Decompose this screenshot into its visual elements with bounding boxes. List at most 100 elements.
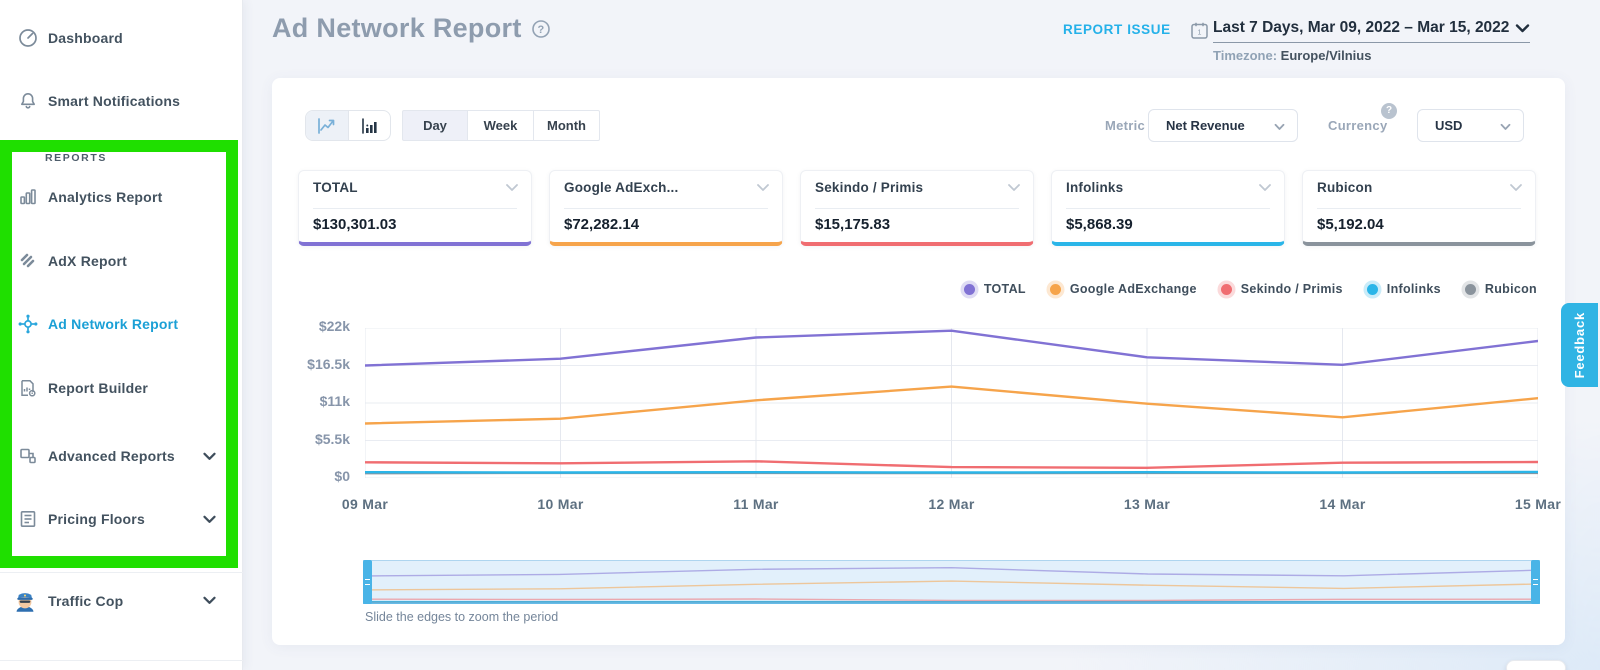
summary-card-rubicon: Rubicon $5,192.04 xyxy=(1302,170,1536,246)
sidebar-item-label: AdX Report xyxy=(48,253,127,269)
chevron-down-icon xyxy=(1274,123,1285,131)
legend-dot xyxy=(1464,283,1476,295)
svg-text:1: 1 xyxy=(1198,30,1202,37)
card-value: $5,192.04 xyxy=(1317,216,1384,233)
sidebar-item-analytics-report[interactable]: Analytics Report xyxy=(0,183,243,211)
chevron-down-icon xyxy=(203,452,216,461)
sidebar-section-reports: REPORTS xyxy=(45,152,107,164)
bar-chart-toggle-button[interactable] xyxy=(348,111,390,140)
sidebar-divider xyxy=(0,572,243,573)
adx-slashes-icon xyxy=(16,249,40,273)
bar-chart-icon xyxy=(16,185,40,209)
card-network-dropdown[interactable]: Sekindo / Primis xyxy=(815,180,1021,195)
svg-text:?: ? xyxy=(537,24,544,36)
chevron-down-icon xyxy=(1258,183,1272,192)
card-network-dropdown[interactable]: Infolinks xyxy=(1066,180,1272,195)
chart-legend: TOTAL Google AdExchange Sekindo / Primis… xyxy=(963,282,1537,296)
sidebar-item-advanced-reports[interactable]: Advanced Reports xyxy=(0,442,243,470)
legend-dot xyxy=(963,283,975,295)
legend-item-sekindo-primis[interactable]: Sekindo / Primis xyxy=(1220,282,1343,296)
line-chart xyxy=(365,328,1538,478)
chat-widget-stub[interactable] xyxy=(1506,660,1566,670)
calendar-icon: 1 xyxy=(1190,21,1209,40)
chevron-down-icon xyxy=(1515,23,1530,34)
sidebar-item-pricing-floors[interactable]: Pricing Floors xyxy=(0,505,243,533)
traffic-cop-icon xyxy=(13,589,37,613)
card-network-dropdown[interactable]: Rubicon xyxy=(1317,180,1523,195)
x-axis-tick: 13 Mar xyxy=(1123,496,1171,512)
period-tabs: Day Week Month xyxy=(402,110,600,141)
sidebar-item-smart-notifications[interactable]: Smart Notifications xyxy=(0,87,243,115)
sidebar-item-dashboard[interactable]: Dashboard xyxy=(0,24,243,52)
bell-icon xyxy=(16,89,40,113)
currency-value: USD xyxy=(1435,118,1463,133)
chevron-down-icon xyxy=(756,183,770,192)
slider-left-handle[interactable] xyxy=(363,560,372,604)
sidebar-item-label: Ad Network Report xyxy=(48,316,179,332)
y-axis-tick: $5.5k xyxy=(314,430,350,447)
x-axis-tick: 12 Mar xyxy=(928,496,975,512)
app-screen: Dashboard Smart Notifications REPORTS An… xyxy=(0,0,1600,670)
chevron-down-icon xyxy=(1509,183,1523,192)
legend-dot xyxy=(1220,283,1232,295)
metric-select[interactable]: Net Revenue xyxy=(1148,109,1298,142)
x-axis-tick: 10 Mar xyxy=(537,496,584,512)
tab-month[interactable]: Month xyxy=(534,110,600,141)
legend-item-rubicon[interactable]: Rubicon xyxy=(1464,282,1537,296)
sidebar-item-label: Smart Notifications xyxy=(48,93,181,109)
ad-network-icon xyxy=(16,312,40,336)
feedback-tab[interactable]: Feedback xyxy=(1561,303,1598,387)
legend-item-google-adexchange[interactable]: Google AdExchange xyxy=(1049,282,1197,296)
legend-item-total[interactable]: TOTAL xyxy=(963,282,1026,296)
legend-dot xyxy=(1049,283,1061,295)
help-icon[interactable]: ? xyxy=(531,19,551,39)
card-value: $5,868.39 xyxy=(1066,216,1133,233)
card-network-dropdown[interactable]: Google AdExch... xyxy=(564,180,770,195)
slider-right-handle[interactable] xyxy=(1531,560,1540,604)
card-divider xyxy=(313,208,517,209)
card-divider xyxy=(1317,208,1521,209)
chevron-down-icon xyxy=(203,596,216,605)
sidebar-item-label: Traffic Cop xyxy=(48,593,124,609)
metric-value: Net Revenue xyxy=(1166,118,1245,133)
sidebar-item-traffic-cop[interactable]: Traffic Cop xyxy=(0,586,243,616)
line-chart-icon xyxy=(318,117,335,134)
bar-chart-icon xyxy=(361,117,377,134)
slider-caption: Slide the edges to zoom the period xyxy=(365,610,559,624)
currency-select[interactable]: USD xyxy=(1417,109,1524,142)
sidebar-item-report-builder[interactable]: Report Builder xyxy=(0,374,243,402)
sidebar-item-label: Report Builder xyxy=(48,380,149,396)
chevron-down-icon xyxy=(505,183,519,192)
summary-card-google-adexchange: Google AdExch... $72,282.14 xyxy=(549,170,783,246)
period-zoom-slider[interactable] xyxy=(363,560,1540,604)
pricing-floors-icon xyxy=(16,507,40,531)
sidebar-item-ad-network-report[interactable]: Ad Network Report xyxy=(0,310,243,338)
currency-help-icon[interactable]: ? xyxy=(1381,103,1397,119)
legend-item-infolinks[interactable]: Infolinks xyxy=(1366,282,1441,296)
report-issue-link[interactable]: REPORT ISSUE xyxy=(1063,22,1171,37)
timezone-info: Timezone: Europe/Vilnius xyxy=(1213,48,1372,63)
date-range-picker[interactable]: Last 7 Days, Mar 09, 2022 – Mar 15, 2022 xyxy=(1213,19,1530,43)
summary-card-total: TOTAL $130,301.03 xyxy=(298,170,532,246)
summary-card-sekindo-primis: Sekindo / Primis $15,175.83 xyxy=(800,170,1034,246)
card-value: $72,282.14 xyxy=(564,216,640,233)
line-chart-plot-area xyxy=(365,328,1538,478)
card-divider xyxy=(564,208,768,209)
sidebar-item-label: Pricing Floors xyxy=(48,511,145,527)
report-builder-icon xyxy=(16,376,40,400)
summary-card-infolinks: Infolinks $5,868.39 xyxy=(1051,170,1285,246)
card-network-dropdown[interactable]: TOTAL xyxy=(313,180,519,195)
tab-week[interactable]: Week xyxy=(468,110,534,141)
tab-day[interactable]: Day xyxy=(402,110,468,141)
x-axis-tick: 15 Mar xyxy=(1514,496,1562,512)
y-axis-tick: $11k xyxy=(319,393,350,409)
card-divider xyxy=(815,208,1019,209)
advanced-reports-icon xyxy=(16,444,40,468)
line-chart-toggle-button[interactable] xyxy=(306,111,348,140)
metric-label: Metric xyxy=(1105,118,1146,133)
sidebar-item-adx-report[interactable]: AdX Report xyxy=(0,247,243,275)
sidebar: Dashboard Smart Notifications REPORTS An… xyxy=(0,0,243,670)
x-axis-tick: 14 Mar xyxy=(1319,496,1366,512)
sidebar-item-label: Analytics Report xyxy=(48,189,163,205)
x-axis-tick: 11 Mar xyxy=(733,496,779,512)
